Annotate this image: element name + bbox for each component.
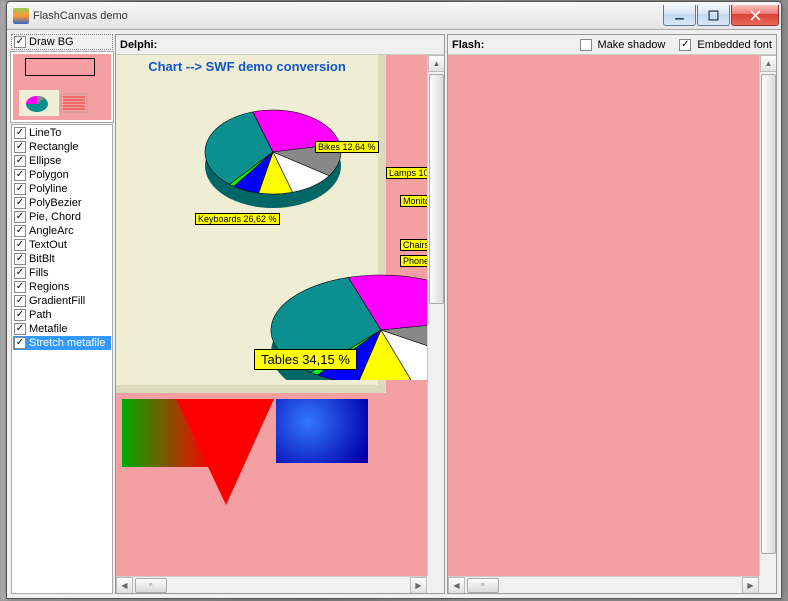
op-label: Rectangle [29, 141, 79, 153]
scroll-thumb[interactable]: ≡ [135, 578, 167, 593]
op-bitblt[interactable]: BitBlt [13, 252, 111, 266]
chart-title: Chart --> SWF demo conversion [116, 55, 378, 74]
checkbox-icon [679, 39, 691, 51]
op-label: Regions [29, 281, 69, 293]
chart-large-label: Tables 34,15 % [254, 349, 357, 370]
op-regions[interactable]: Regions [13, 280, 111, 294]
app-icon [13, 8, 29, 24]
op-lineto[interactable]: LineTo [13, 126, 111, 140]
op-label: Ellipse [29, 155, 61, 167]
checkbox-icon [14, 267, 26, 279]
checkbox-icon [580, 39, 592, 51]
checkbox-icon [14, 295, 26, 307]
chart-metafile: Chart --> SWF demo conversion Tables 34,… [116, 55, 386, 393]
delphi-label: Delphi: [120, 39, 157, 51]
titlebar[interactable]: FlashCanvas demo [7, 2, 781, 30]
horizontal-scrollbar[interactable]: ◀ ≡ ▶ [448, 576, 759, 593]
op-label: AngleArc [29, 225, 74, 237]
delphi-canvas: Chart --> SWF demo conversion Tables 34,… [116, 55, 427, 576]
draw-bg-checkbox[interactable]: Draw BG [11, 34, 113, 50]
op-label: GradientFill [29, 295, 85, 307]
op-label: BitBlt [29, 253, 55, 265]
scroll-left-icon[interactable]: ◀ [448, 577, 465, 594]
flash-pane: Flash: Make shadow Embedded font ▲ ◀ [447, 34, 777, 594]
embedded-font-checkbox[interactable]: Embedded font [679, 39, 772, 51]
pie-label: Phones 1,2 [400, 255, 427, 267]
sidebar: Draw BG [11, 34, 113, 594]
op-label: Stretch metafile [29, 337, 105, 349]
op-pie-chord[interactable]: Pie, Chord [13, 210, 111, 224]
op-label: Path [29, 309, 52, 321]
checkbox-icon [14, 155, 26, 167]
op-label: Metafile [29, 323, 68, 335]
checkbox-icon [14, 253, 26, 265]
checkbox-icon [14, 337, 26, 349]
scroll-thumb[interactable] [761, 74, 776, 554]
op-rectangle[interactable]: Rectangle [13, 140, 111, 154]
op-polybezier[interactable]: PolyBezier [13, 196, 111, 210]
op-polygon[interactable]: Polygon [13, 168, 111, 182]
op-label: PolyBezier [29, 197, 82, 209]
op-polyline[interactable]: Polyline [13, 182, 111, 196]
vertical-scrollbar[interactable]: ▲ [759, 55, 776, 576]
flash-canvas [448, 55, 759, 576]
op-textout[interactable]: TextOut [13, 238, 111, 252]
op-anglearc[interactable]: AngleArc [13, 224, 111, 238]
checkbox-icon [14, 141, 26, 153]
scroll-right-icon[interactable]: ▶ [742, 577, 759, 594]
checkbox-icon [14, 239, 26, 251]
horizontal-scrollbar[interactable]: ◀ ≡ ▶ [116, 576, 427, 593]
op-label: LineTo [29, 127, 61, 139]
red-triangle [176, 399, 274, 505]
op-label: TextOut [29, 239, 67, 251]
op-ellipse[interactable]: Ellipse [13, 154, 111, 168]
scroll-thumb[interactable] [429, 74, 444, 304]
pie-label: Monitors 8 [400, 195, 427, 207]
checkbox-icon [14, 323, 26, 335]
scroll-up-icon[interactable]: ▲ [760, 55, 776, 72]
checkbox-icon [14, 281, 26, 293]
checkbox-icon [14, 309, 26, 321]
checkbox-icon [14, 197, 26, 209]
delphi-pane: Delphi: Chart --> SWF demo conversion Ta… [115, 34, 445, 594]
checkbox-icon [14, 211, 26, 223]
pie-label: Keyboards 26,62 % [195, 213, 280, 225]
checkbox-icon [14, 36, 26, 48]
pie-label: Chairs 6,4 [400, 239, 427, 251]
scroll-up-icon[interactable]: ▲ [428, 55, 444, 72]
op-metafile[interactable]: Metafile [13, 322, 111, 336]
op-stretch-metafile[interactable]: Stretch metafile [13, 336, 111, 350]
op-path[interactable]: Path [13, 308, 111, 322]
op-label: Polygon [29, 169, 69, 181]
operations-list[interactable]: LineTo Rectangle Ellipse Polygon Polyline Pol… [11, 124, 113, 594]
blue-rect [276, 399, 368, 463]
scroll-right-icon[interactable]: ▶ [410, 577, 427, 594]
app-window: FlashCanvas demo Draw BG [6, 1, 782, 599]
preview-thumbnail [11, 52, 113, 122]
scroll-thumb[interactable]: ≡ [467, 578, 499, 593]
checkbox-icon [14, 225, 26, 237]
pie-label: Bikes 12,64 % [315, 141, 379, 153]
op-label: Polyline [29, 183, 68, 195]
checkbox-icon [14, 183, 26, 195]
maximize-button[interactable] [697, 5, 730, 26]
op-fills[interactable]: Fills [13, 266, 111, 280]
close-button[interactable] [731, 5, 779, 26]
window-title: FlashCanvas demo [33, 10, 128, 22]
op-label: Fills [29, 267, 49, 279]
checkbox-icon [14, 127, 26, 139]
minimize-button[interactable] [663, 5, 696, 26]
vertical-scrollbar[interactable]: ▲ [427, 55, 444, 576]
pie-label: Lamps 10,82 % [386, 167, 427, 179]
scroll-left-icon[interactable]: ◀ [116, 577, 133, 594]
op-label: Pie, Chord [29, 211, 81, 223]
draw-bg-label: Draw BG [29, 36, 74, 48]
make-shadow-checkbox[interactable]: Make shadow [580, 39, 666, 51]
flash-label: Flash: [452, 39, 484, 51]
op-gradientfill[interactable]: GradientFill [13, 294, 111, 308]
checkbox-icon [14, 169, 26, 181]
